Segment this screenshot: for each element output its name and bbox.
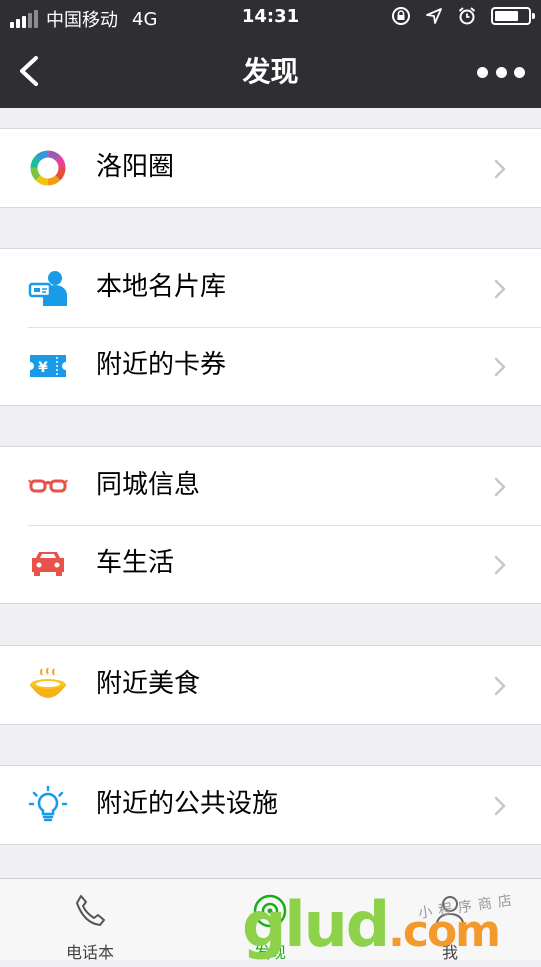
list-item-label: 附近的公共设施 xyxy=(96,789,279,819)
coupon-icon: ¥ xyxy=(30,355,66,377)
watermark-text: glud xyxy=(242,888,390,961)
more-button[interactable] xyxy=(477,60,525,84)
list-group: 附近的公共设施 xyxy=(0,765,541,845)
chevron-right-icon xyxy=(494,159,506,179)
page-title: 发现 xyxy=(242,55,299,88)
list-item-nearby-food[interactable]: 附近美食 xyxy=(0,646,541,724)
list-item-label: 车生活 xyxy=(96,548,175,578)
phone-icon xyxy=(76,895,105,926)
rotation-lock-icon xyxy=(392,7,410,25)
car-icon xyxy=(32,552,64,576)
chevron-right-icon xyxy=(494,477,506,497)
svg-text:¥: ¥ xyxy=(38,360,48,376)
status-bar: 中国移动 4G 14:31 xyxy=(0,0,541,36)
list-item-label: 本地名片库 xyxy=(96,272,227,302)
lightbulb-icon xyxy=(28,785,68,822)
chevron-right-icon xyxy=(494,796,506,816)
list-item-city-info[interactable]: 同城信息 xyxy=(0,447,541,525)
list-item-label: 附近的卡券 xyxy=(96,350,227,380)
list-item-label: 附近美食 xyxy=(96,669,201,699)
list-group: 同城信息 车生活 xyxy=(0,446,541,604)
business-card-icon xyxy=(28,271,67,306)
list-item-luoyang-circle[interactable]: 洛阳圈 xyxy=(0,129,541,207)
food-bowl-icon xyxy=(30,667,66,698)
more-dots-icon xyxy=(477,66,488,78)
list-item-label: 洛阳圈 xyxy=(96,152,175,182)
tab-phonebook[interactable]: 电话本 xyxy=(30,879,150,962)
header: 中国移动 4G 14:31 发现 xyxy=(0,0,541,108)
alarm-icon xyxy=(458,7,476,25)
list-group: 附近美食 xyxy=(0,645,541,725)
chevron-right-icon xyxy=(494,555,506,575)
location-arrow-icon xyxy=(426,8,442,24)
battery-icon xyxy=(491,7,535,25)
chevron-right-icon xyxy=(494,279,506,299)
list-group: 洛阳圈 xyxy=(0,128,541,208)
list-item-label: 同城信息 xyxy=(96,470,201,500)
chevron-right-icon xyxy=(494,357,506,377)
list-group: 本地名片库 ¥ 附近的卡券 xyxy=(0,248,541,406)
chevron-right-icon xyxy=(494,676,506,696)
glasses-icon xyxy=(28,479,68,493)
colorful-ring-icon xyxy=(30,150,66,186)
tab-label: 电话本 xyxy=(65,943,114,962)
list-item-public-facilities[interactable]: 附近的公共设施 xyxy=(0,766,541,844)
list-item-business-cards[interactable]: 本地名片库 xyxy=(0,249,541,327)
list-item-nearby-coupons[interactable]: ¥ 附近的卡券 xyxy=(0,327,541,405)
list-item-car-life[interactable]: 车生活 xyxy=(0,525,541,603)
